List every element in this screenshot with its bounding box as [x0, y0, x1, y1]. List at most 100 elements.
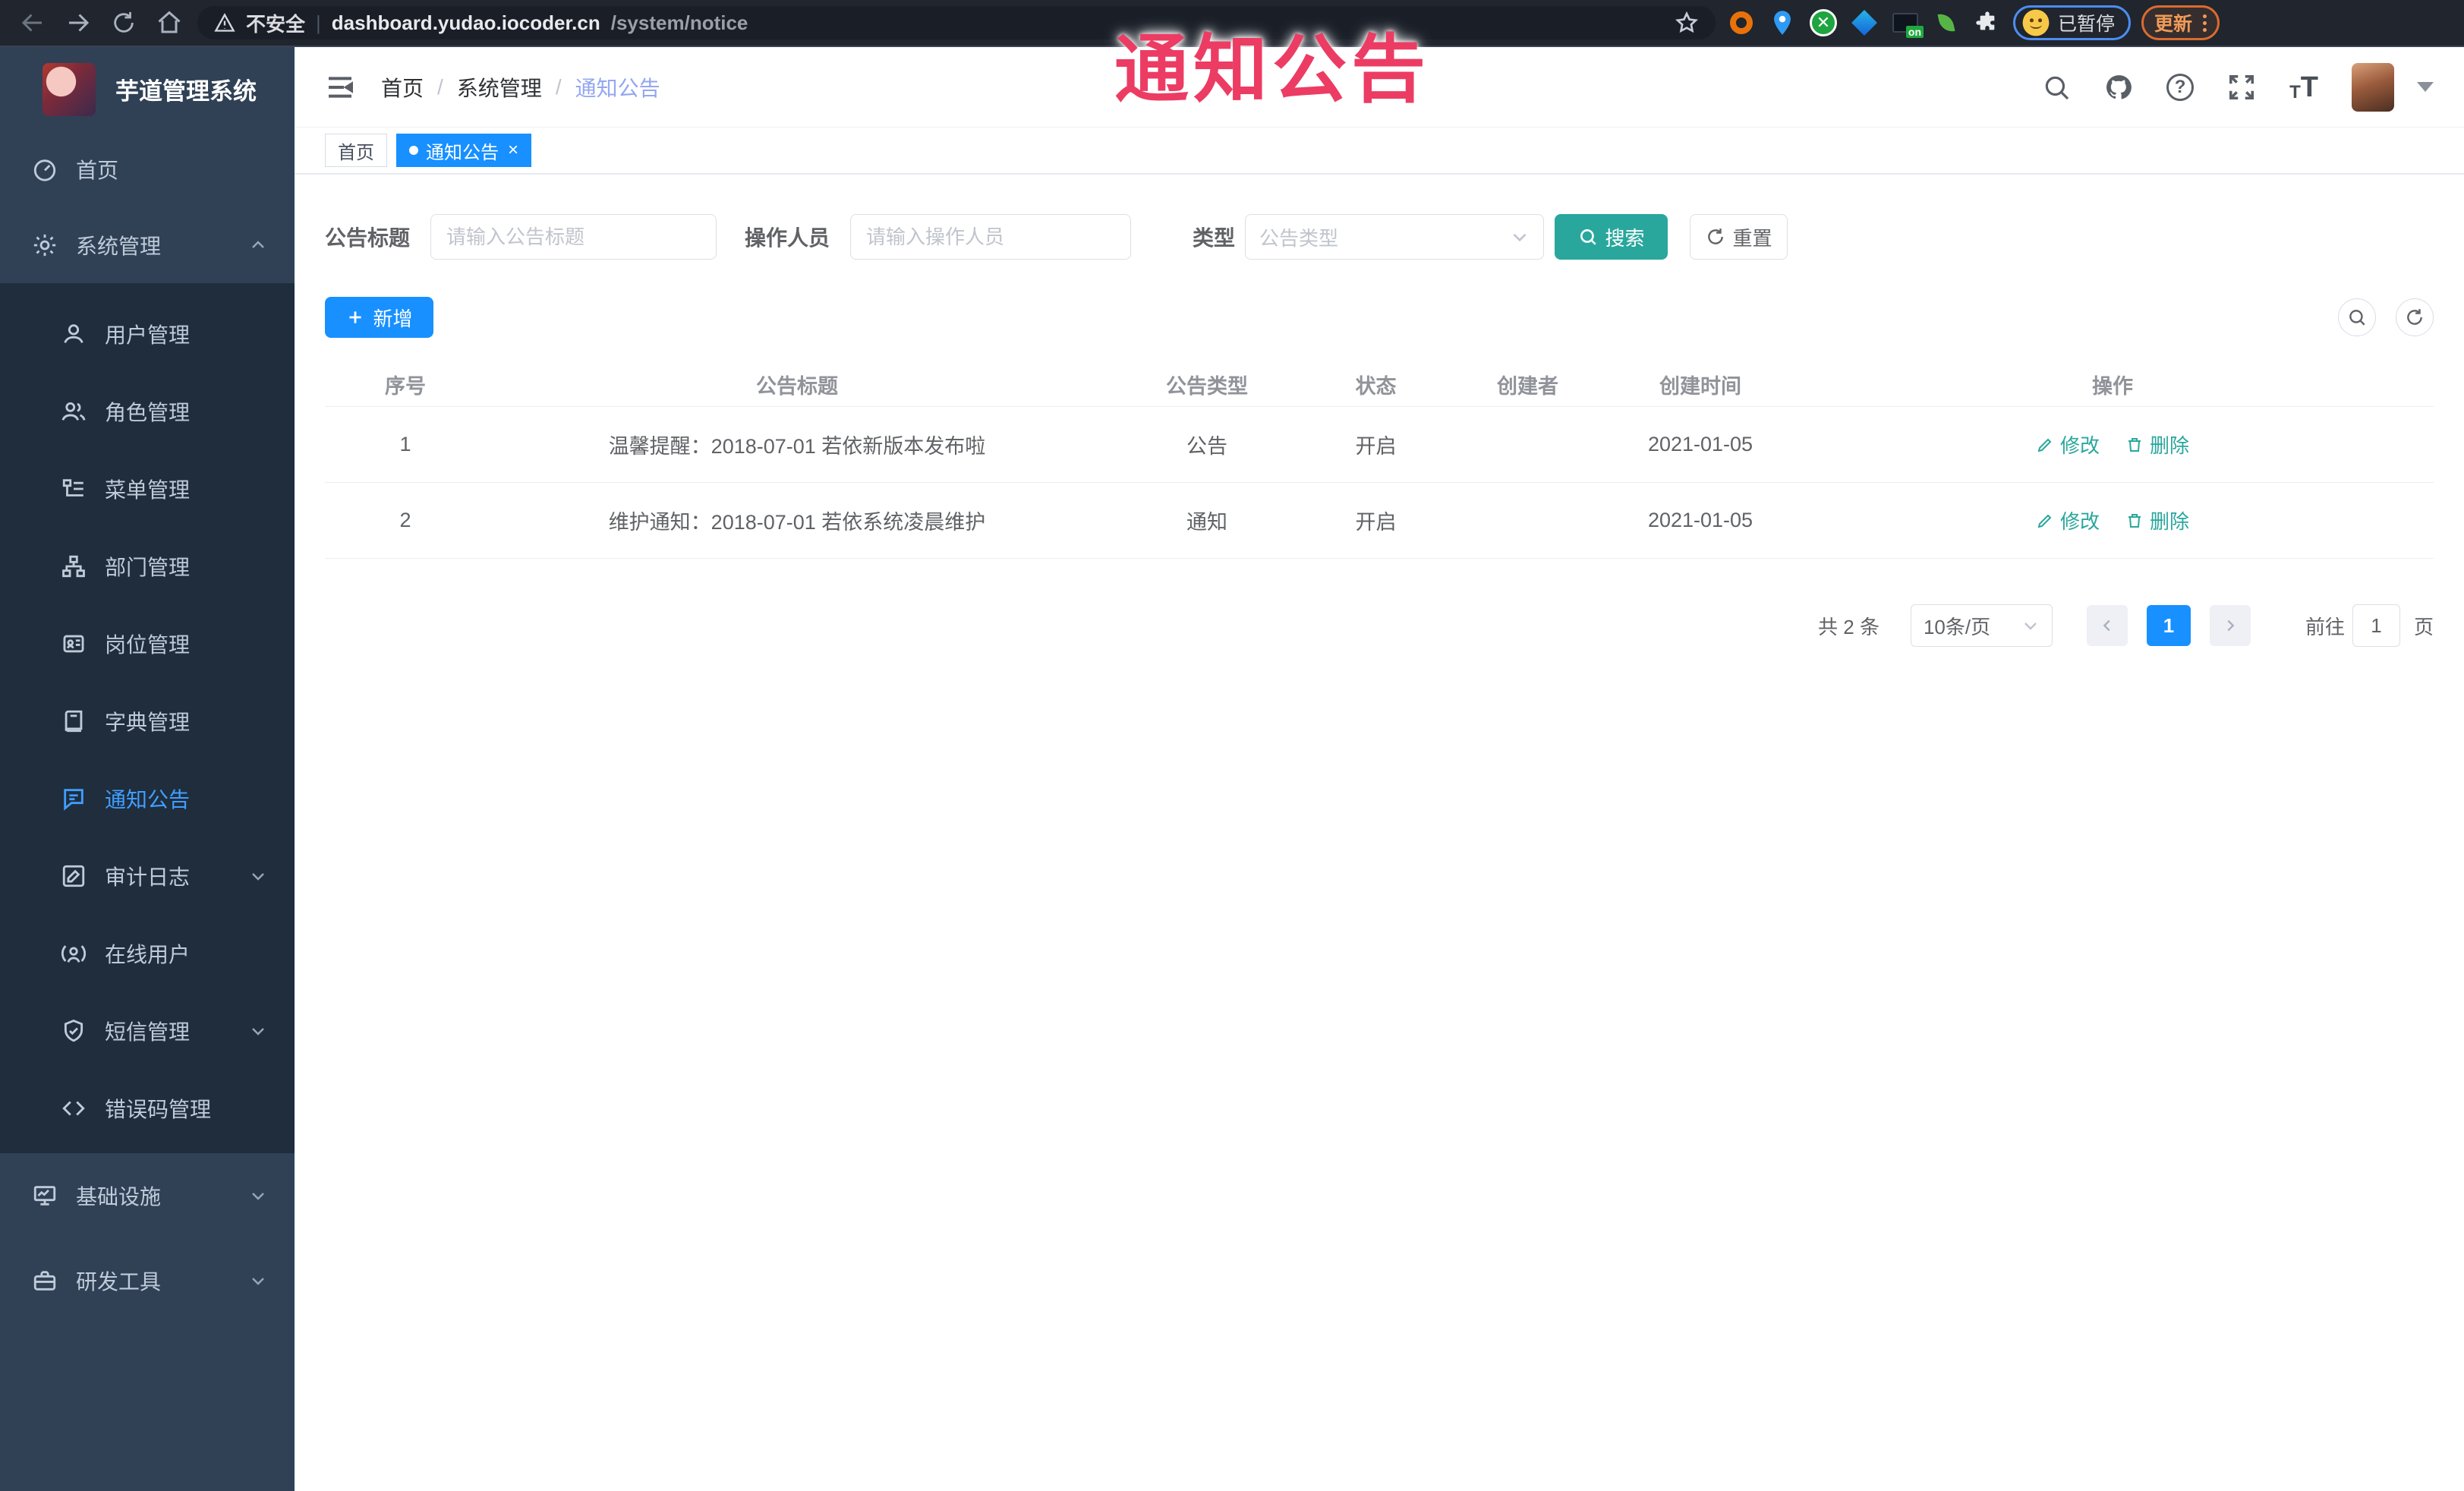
user-avatar[interactable] [2352, 62, 2394, 112]
fullscreen-icon[interactable] [2227, 73, 2256, 102]
breadcrumb-home[interactable]: 首页 [381, 72, 424, 102]
extension-pin-icon[interactable] [1767, 8, 1798, 38]
browser-home-icon[interactable] [152, 5, 187, 40]
breadcrumb-system[interactable]: 系统管理 [457, 72, 542, 102]
delete-link[interactable]: 删除 [2125, 506, 2189, 534]
address-bar[interactable]: 不安全 | dashboard.yudao.iocoder.cn/system/… [197, 6, 1716, 39]
reset-button[interactable]: 重置 [1690, 214, 1788, 260]
avatar-caret-icon[interactable] [2417, 82, 2434, 92]
tag-notice[interactable]: 通知公告 × [396, 134, 532, 167]
sidebar-item-audit-log[interactable]: 审计日志 [0, 837, 295, 915]
message-icon [61, 786, 87, 812]
security-label: 不安全 [246, 12, 306, 36]
title-filter-input[interactable] [430, 214, 717, 260]
col-created: 创建时间 [1659, 375, 1741, 398]
font-size-icon[interactable]: TT [2289, 73, 2318, 102]
filter-form: 公告标题 操作人员 类型 公告类型 搜索 重置 [325, 214, 2434, 260]
pencil-icon [2037, 438, 2052, 452]
browser-profile-chip[interactable]: 已暂停 [2013, 5, 2132, 40]
type-select-placeholder: 公告类型 [1259, 226, 1339, 250]
toggle-search-button[interactable] [2338, 298, 2376, 336]
sidebar-item-role-mgmt[interactable]: 角色管理 [0, 373, 295, 450]
url-host: dashboard.yudao.iocoder.cn [331, 11, 600, 34]
pagination: 共 2 条 10条/页 1 前往 页 [325, 604, 2434, 647]
cell-type: 公告 [1186, 435, 1227, 458]
edit-link[interactable]: 修改 [2036, 506, 2100, 534]
search-button[interactable]: 搜索 [1555, 214, 1668, 260]
tag-active-dot [409, 146, 418, 155]
reset-button-label: 重置 [1732, 226, 1772, 250]
page-number-1[interactable]: 1 [2146, 605, 2191, 646]
tag-close-icon[interactable]: × [508, 141, 518, 159]
browser-reload-icon[interactable] [106, 5, 141, 40]
gear-icon [32, 232, 58, 258]
sidebar-item-dict-mgmt[interactable]: 字典管理 [0, 682, 295, 760]
sidebar-item-dev-tools[interactable]: 研发工具 [0, 1238, 295, 1323]
refresh-table-button[interactable] [2396, 298, 2434, 336]
refresh-icon [2407, 309, 2422, 325]
extension-sql-icon[interactable]: on [1890, 8, 1924, 38]
cell-created: 2021-01-05 [1647, 509, 1753, 531]
sidebar-item-dept-mgmt[interactable]: 部门管理 [0, 528, 295, 605]
emoji-avatar-icon [2022, 9, 2050, 36]
tools-icon [32, 1268, 58, 1294]
extensions-puzzle-icon[interactable] [1972, 8, 2002, 38]
sidebar-item-menu-mgmt[interactable]: 菜单管理 [0, 450, 295, 528]
sidebar-item-sms-mgmt[interactable]: 短信管理 [0, 992, 295, 1070]
delete-link[interactable]: 删除 [2125, 430, 2189, 459]
security-warning-icon [214, 13, 235, 32]
goto-page-input[interactable] [2352, 604, 2400, 647]
sidebar-toggle-icon[interactable] [325, 72, 355, 102]
sidebar-item-errorcode-mgmt[interactable]: 错误码管理 [0, 1070, 295, 1147]
goto-label: 前往 [2305, 615, 2345, 638]
refresh-icon [1706, 227, 1725, 247]
github-icon[interactable] [2104, 73, 2133, 102]
sidebar-item-label: 通知公告 [105, 788, 191, 812]
table-row: 1 温馨提醒：2018-07-01 若依新版本发布啦 公告 开启 2021-01… [325, 407, 2434, 483]
cell-index: 2 [399, 509, 411, 531]
sidebar-item-system[interactable]: 系统管理 [0, 207, 295, 283]
sidebar-item-home[interactable]: 首页 [0, 131, 295, 207]
edit-link[interactable]: 修改 [2036, 430, 2100, 459]
tag-home[interactable]: 首页 [325, 134, 387, 167]
chevron-right-icon [2227, 619, 2235, 632]
page-size-select[interactable]: 10条/页 [1910, 604, 2053, 647]
table-header-row: 序号 公告标题 公告类型 状态 创建者 创建时间 操作 [325, 363, 2434, 407]
delete-label: 删除 [2150, 434, 2190, 457]
sidebar-item-label: 短信管理 [105, 1020, 191, 1044]
total-count: 共 2 条 [1818, 615, 1880, 638]
help-icon[interactable]: ? [2166, 73, 2195, 101]
sidebar-item-user-mgmt[interactable]: 用户管理 [0, 295, 295, 373]
chevron-down-icon [249, 867, 267, 885]
sidebar-item-infrastructure[interactable]: 基础设施 [0, 1153, 295, 1238]
extension-green-x-icon[interactable]: ✕ [1808, 8, 1839, 38]
cell-status: 开启 [1355, 511, 1397, 534]
browser-menu-icon[interactable] [2203, 14, 2207, 32]
profile-status-label: 已暂停 [2058, 14, 2116, 35]
next-page-button[interactable] [2209, 605, 2251, 646]
operator-filter-label: 操作人员 [745, 226, 830, 250]
extension-leaf-icon[interactable] [1931, 8, 1961, 38]
add-button[interactable]: 新增 [325, 297, 433, 338]
sidebar-item-online-users[interactable]: 在线用户 [0, 915, 295, 992]
browser-update-button[interactable]: 更新 [2141, 5, 2220, 40]
bookmark-star-icon[interactable] [1675, 11, 1699, 35]
browser-back-icon[interactable] [15, 5, 50, 40]
pencil-icon [2037, 514, 2052, 528]
sidebar-item-label: 首页 [76, 159, 119, 182]
sidebar-item-label: 在线用户 [105, 943, 191, 966]
extension-diamond-icon[interactable] [1849, 8, 1880, 38]
extension-orange-icon[interactable] [1726, 8, 1757, 38]
prev-page-button[interactable] [2086, 605, 2128, 646]
browser-forward-icon[interactable] [61, 5, 96, 40]
edit-label: 修改 [2059, 510, 2100, 533]
search-icon[interactable] [2042, 73, 2071, 102]
sidebar-item-notice[interactable]: 通知公告 [0, 760, 295, 837]
sidebar-item-post-mgmt[interactable]: 岗位管理 [0, 605, 295, 682]
sidebar-submenu-system: 用户管理 角色管理 菜单管理 部门管理 岗位管理 字典管理 通知公告 审计日志 … [0, 283, 295, 1153]
tag-label: 通知公告 [426, 142, 499, 163]
col-title: 公告标题 [756, 375, 838, 398]
operator-filter-input[interactable] [850, 214, 1132, 260]
title-filter-label: 公告标题 [325, 226, 411, 250]
type-filter-select[interactable]: 公告类型 [1245, 214, 1545, 260]
